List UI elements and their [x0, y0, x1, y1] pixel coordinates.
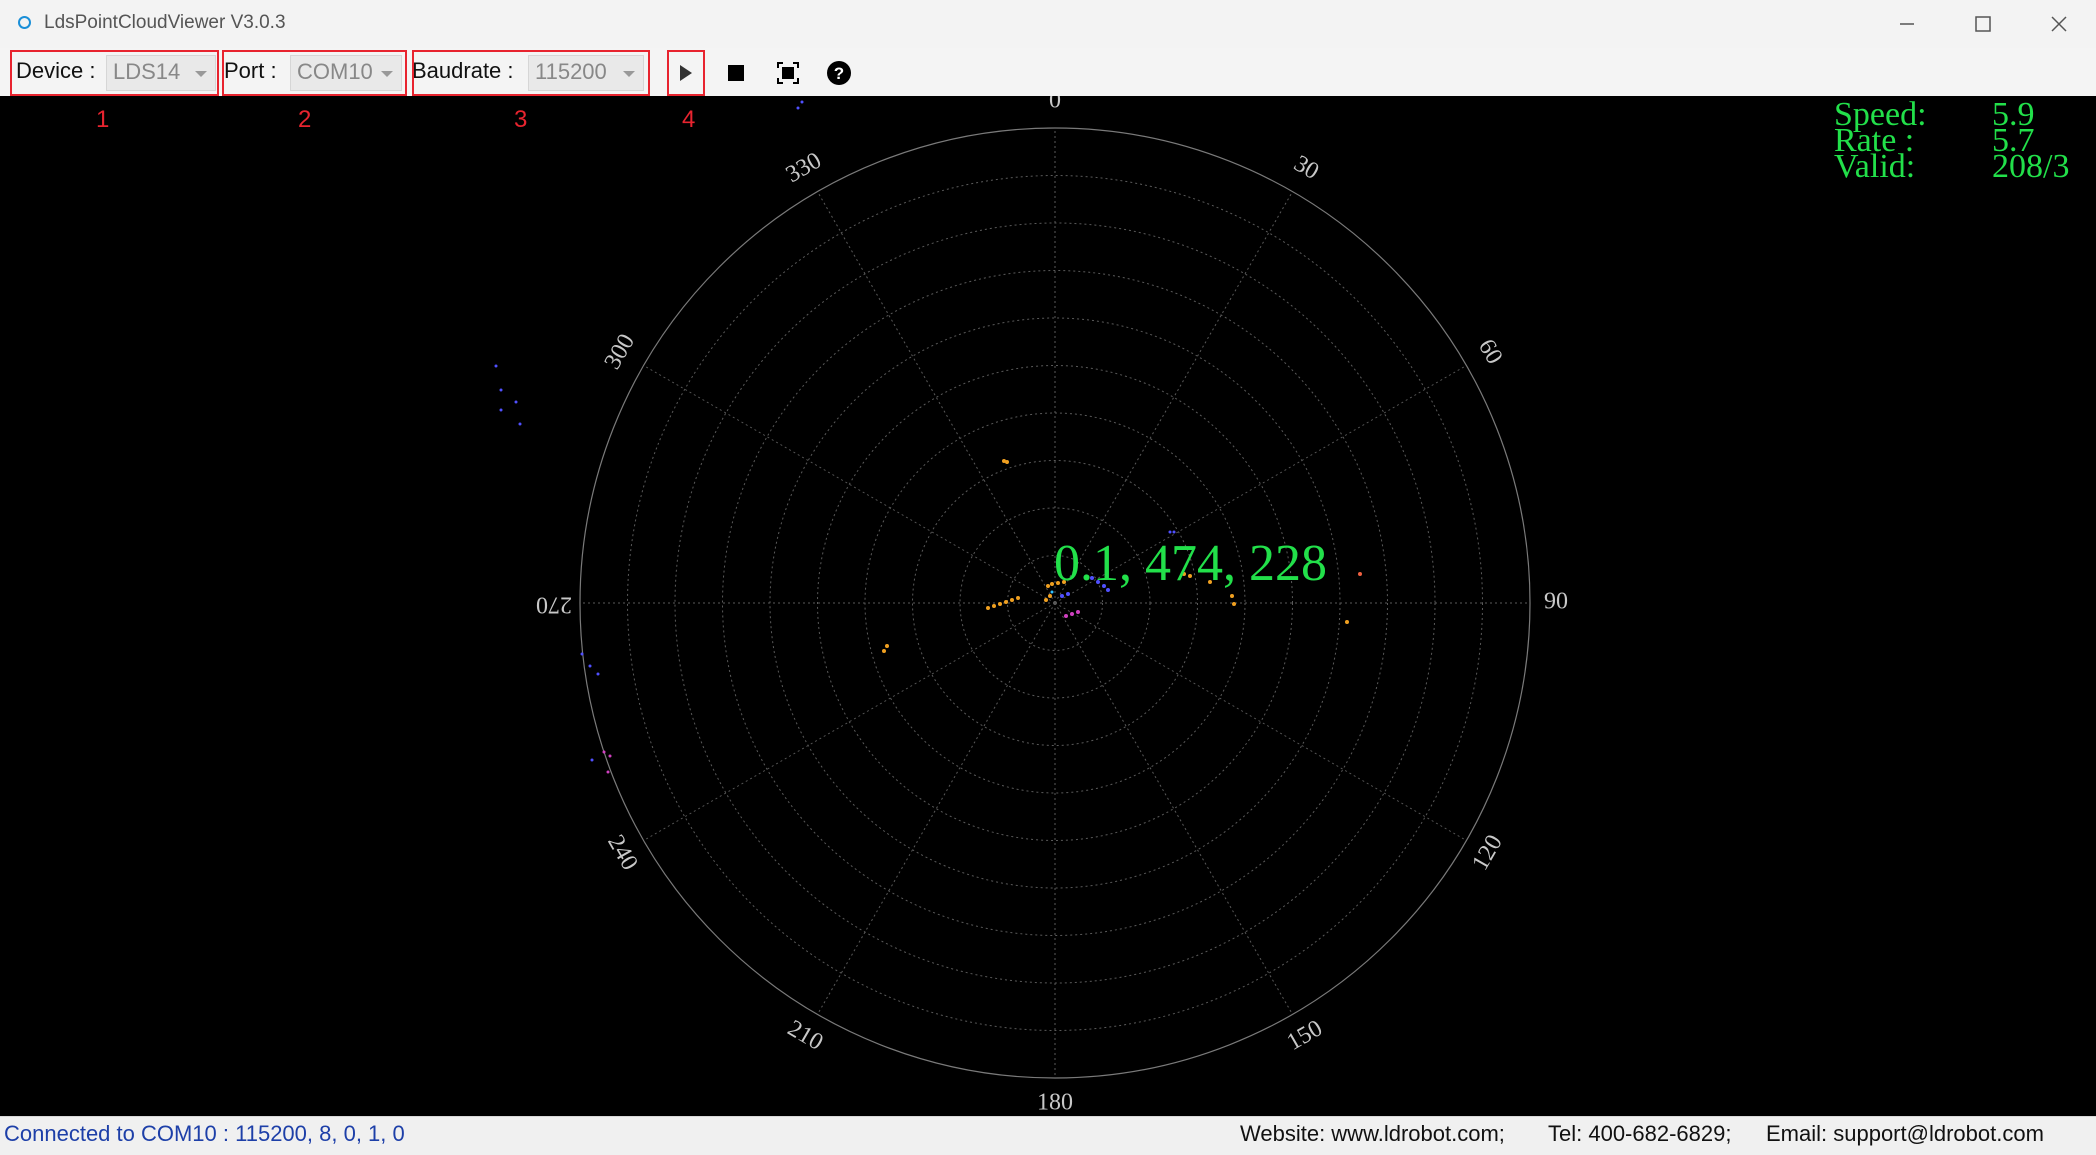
angle-label-150: 150 [1283, 1015, 1327, 1056]
annotation-number-2: 2 [298, 106, 312, 133]
polar-spoke [817, 191, 1056, 604]
help-icon: ? [827, 61, 851, 85]
app-logo-icon [18, 16, 31, 29]
angle-label-120: 120 [1467, 831, 1508, 875]
angle-label-30: 30 [1289, 151, 1323, 186]
annotation-box-3 [412, 50, 650, 96]
angle-label-330: 330 [782, 148, 826, 189]
annotation-box-4 [667, 50, 705, 96]
svg-text:?: ? [834, 64, 844, 83]
annotation-number-1: 1 [96, 106, 110, 133]
maximize-button[interactable] [1948, 0, 2018, 48]
stop-button[interactable] [719, 56, 753, 90]
angle-label-90: 90 [1544, 589, 1568, 615]
email-info: Email: support@ldrobot.com [1766, 1121, 2044, 1146]
angle-label-210: 210 [783, 1015, 827, 1056]
minimize-icon [1900, 23, 1914, 25]
website-info: Website: www.ldrobot.com; [1240, 1121, 1505, 1146]
minimize-button[interactable] [1872, 0, 1942, 48]
connection-status: Connected to COM10 : 115200, 8, 0, 1, 0 [4, 1121, 405, 1146]
polar-spoke [817, 602, 1056, 1015]
angle-label-270: 270 [536, 591, 572, 617]
maximize-icon [1975, 16, 1991, 32]
polar-spoke [1054, 602, 1293, 1015]
annotation-number-4: 4 [682, 106, 696, 133]
valid-value: 208/3 [1992, 148, 2070, 185]
point-cloud-canvas[interactable]: 0 30 60 90 120 150 180 210 240 270 300 330 [0, 96, 2096, 1116]
stop-icon [728, 65, 744, 81]
title-bar: LdsPointCloudViewer V3.0.3 [0, 0, 2096, 49]
close-button[interactable] [2024, 0, 2094, 48]
angle-label-180: 180 [1037, 1090, 1073, 1116]
annotation-box-1 [10, 50, 219, 96]
tel-info: Tel: 400-682-6829; [1548, 1121, 1732, 1146]
annotation-box-2 [222, 50, 407, 96]
polar-spoke [1054, 602, 1467, 841]
close-icon [2051, 16, 2067, 32]
angle-label-0: 0 [1049, 96, 1061, 114]
angle-label-60: 60 [1473, 335, 1508, 369]
annotation-number-3: 3 [514, 106, 528, 133]
cursor-readout: 0.1, 474, 228 [1054, 535, 1327, 592]
angle-label-240: 240 [602, 831, 643, 875]
fit-view-icon [777, 62, 799, 84]
polar-plot: 0 30 60 90 120 150 180 210 240 270 300 330 [494, 96, 1568, 1116]
angle-label-300: 300 [600, 330, 641, 374]
window-title: LdsPointCloudViewer V3.0.3 [44, 12, 286, 33]
fit-view-button[interactable] [771, 56, 805, 90]
valid-label: Valid: [1834, 148, 1916, 185]
help-button[interactable]: ? [822, 56, 856, 90]
